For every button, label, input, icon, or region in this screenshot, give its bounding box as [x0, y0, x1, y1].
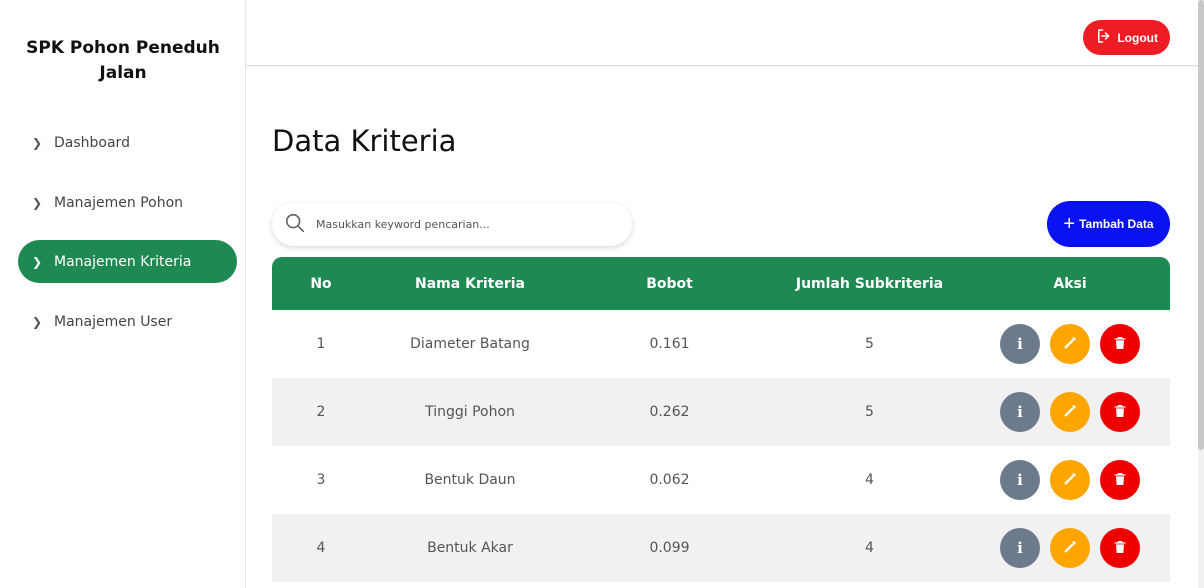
cell-no: 1	[316, 336, 326, 352]
sidebar-item-manajemen-pohon[interactable]: ❯ Manajemen Pohon	[18, 181, 237, 224]
logout-button[interactable]: Logout	[1083, 20, 1170, 55]
info-icon: i	[1017, 335, 1023, 353]
scrollbar-thumb[interactable]	[1198, 0, 1204, 450]
search-input[interactable]	[316, 218, 616, 231]
info-icon: i	[1017, 471, 1023, 489]
search-box	[272, 203, 632, 246]
table-header: No Nama Kriteria Bobot Jumlah Subkriteri…	[272, 257, 1170, 310]
sidebar-item-label: Dashboard	[54, 134, 130, 151]
cell-no: 3	[316, 472, 326, 488]
cell-aksi: i	[970, 392, 1170, 432]
sidebar-item-label: Manajemen Pohon	[54, 194, 184, 211]
sidebar-item-label: Manajemen User	[54, 313, 173, 330]
chevron-right-icon: ❯	[32, 314, 43, 329]
sidebar-item-label: Manajemen Kriteria	[54, 253, 192, 270]
edit-button[interactable]	[1050, 460, 1090, 500]
column-header-no: No	[310, 275, 332, 292]
cell-bobot: 0.062	[649, 472, 690, 488]
chevron-right-icon: ❯	[32, 254, 43, 269]
pencil-icon	[1062, 403, 1078, 422]
page-title: Data Kriteria	[272, 124, 457, 158]
sidebar-item-dashboard[interactable]: ❯ Dashboard	[18, 121, 237, 164]
app-brand: SPK Pohon Peneduh Jalan	[26, 38, 220, 83]
info-button[interactable]: i	[1000, 392, 1040, 432]
criteria-table: No Nama Kriteria Bobot Jumlah Subkriteri…	[272, 257, 1170, 582]
column-header-nama-kriteria: Nama Kriteria	[415, 275, 525, 292]
trash-icon	[1112, 403, 1128, 422]
cell-jumlah-subkriteria: 5	[865, 404, 874, 420]
pencil-icon	[1062, 471, 1078, 490]
column-header-aksi: Aksi	[1053, 275, 1087, 292]
info-icon: i	[1017, 539, 1023, 557]
logout-label: Logout	[1117, 30, 1158, 45]
cell-nama-kriteria: Bentuk Daun	[424, 472, 516, 488]
sidebar-item-manajemen-kriteria[interactable]: ❯ Manajemen Kriteria	[18, 240, 237, 283]
search-icon	[284, 212, 306, 238]
cell-jumlah-subkriteria: 5	[865, 336, 874, 352]
cell-no: 2	[316, 404, 326, 420]
plus-icon: +	[1063, 213, 1076, 235]
trash-icon	[1112, 539, 1128, 558]
edit-button[interactable]	[1050, 392, 1090, 432]
table-row: 2 Tinggi Pohon 0.262 5 i	[272, 378, 1170, 446]
add-data-label: Tambah Data	[1079, 217, 1154, 231]
topbar: Logout	[247, 0, 1204, 66]
delete-button[interactable]	[1100, 528, 1140, 568]
cell-aksi: i	[970, 324, 1170, 364]
info-button[interactable]: i	[1000, 528, 1040, 568]
chevron-right-icon: ❯	[32, 195, 43, 210]
cell-nama-kriteria: Tinggi Pohon	[425, 404, 515, 420]
cell-jumlah-subkriteria: 4	[865, 472, 874, 488]
delete-button[interactable]	[1100, 460, 1140, 500]
delete-button[interactable]	[1100, 324, 1140, 364]
pencil-icon	[1062, 335, 1078, 354]
table-row: 1 Diameter Batang 0.161 5 i	[272, 310, 1170, 378]
info-button[interactable]: i	[1000, 324, 1040, 364]
column-header-bobot: Bobot	[646, 275, 693, 292]
cell-bobot: 0.099	[649, 540, 690, 556]
info-icon: i	[1017, 403, 1023, 421]
cell-no: 4	[316, 540, 326, 556]
cell-jumlah-subkriteria: 4	[865, 540, 874, 556]
pencil-icon	[1062, 539, 1078, 558]
cell-nama-kriteria: Bentuk Akar	[427, 540, 513, 556]
cell-bobot: 0.161	[649, 336, 690, 352]
cell-bobot: 0.262	[649, 404, 690, 420]
trash-icon	[1112, 335, 1128, 354]
table-row: 3 Bentuk Daun 0.062 4 i	[272, 446, 1170, 514]
info-button[interactable]: i	[1000, 460, 1040, 500]
column-header-jumlah-subkriteria: Jumlah Subkriteria	[795, 275, 944, 292]
trash-icon	[1112, 471, 1128, 490]
cell-aksi: i	[970, 460, 1170, 500]
add-data-button[interactable]: + Tambah Data	[1047, 201, 1170, 247]
page-scrollbar[interactable]	[1198, 0, 1204, 588]
logout-icon	[1095, 27, 1113, 48]
sidebar-item-manajemen-user[interactable]: ❯ Manajemen User	[18, 300, 237, 343]
edit-button[interactable]	[1050, 528, 1090, 568]
cell-aksi: i	[970, 528, 1170, 568]
edit-button[interactable]	[1050, 324, 1090, 364]
sidebar: SPK Pohon Peneduh Jalan ❯ Dashboard ❯ Ma…	[0, 0, 246, 588]
delete-button[interactable]	[1100, 392, 1140, 432]
chevron-right-icon: ❯	[32, 135, 43, 150]
cell-nama-kriteria: Diameter Batang	[410, 336, 530, 352]
table-row: 4 Bentuk Akar 0.099 4 i	[272, 514, 1170, 582]
